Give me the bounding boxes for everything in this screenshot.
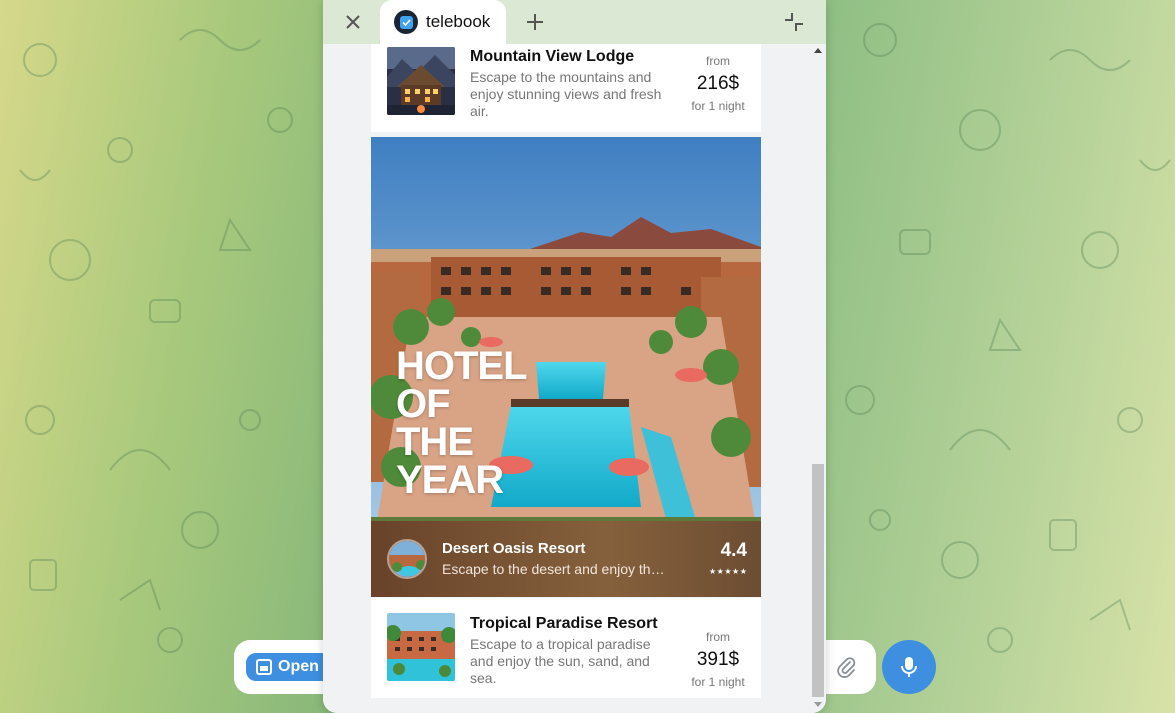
open-button-label: Open bbox=[278, 658, 319, 675]
featured-hotel-avatar bbox=[387, 539, 427, 579]
microphone-icon bbox=[901, 657, 917, 677]
featured-hotel-name: Desert Oasis Resort bbox=[442, 540, 586, 557]
hotel-of-the-year-banner: HOTEL OF THE YEAR bbox=[396, 344, 528, 502]
scrollbar-thumb[interactable] bbox=[812, 464, 824, 697]
collapse-icon bbox=[785, 13, 803, 31]
price-suffix: for 1 night bbox=[691, 99, 745, 113]
price-prefix: from bbox=[706, 630, 730, 644]
hotel-thumbnail bbox=[387, 613, 455, 681]
scrollbar[interactable] bbox=[810, 44, 826, 713]
close-button[interactable] bbox=[339, 8, 367, 36]
mini-app-window: telebook Mountain View Lodge Escape to t… bbox=[323, 0, 826, 713]
collapse-button[interactable] bbox=[780, 8, 808, 36]
voice-message-button[interactable] bbox=[882, 640, 936, 694]
hotel-thumbnail bbox=[387, 47, 455, 115]
hotel-card-tropical-paradise[interactable]: Tropical Paradise Resort Escape to a tro… bbox=[371, 598, 761, 698]
tab-label: telebook bbox=[426, 12, 491, 31]
window-titlebar: telebook bbox=[323, 0, 826, 44]
hotel-card-mountain-view[interactable]: Mountain View Lodge Escape to the mounta… bbox=[371, 44, 761, 132]
price-value: 391$ bbox=[696, 649, 740, 670]
price-suffix: for 1 night bbox=[691, 675, 745, 689]
telebook-logo-icon bbox=[394, 10, 418, 34]
featured-hotel-rating: 4.4 bbox=[720, 540, 747, 561]
scroll-down-arrow-icon[interactable] bbox=[814, 702, 822, 707]
hotel-name: Mountain View Lodge bbox=[470, 48, 635, 65]
price-block: from 391$ for 1 night bbox=[681, 630, 755, 689]
window-icon bbox=[256, 659, 272, 675]
featured-hotel-info: Desert Oasis Resort Escape to the desert… bbox=[371, 521, 761, 597]
price-block: from 216$ for 1 night bbox=[681, 54, 755, 113]
new-tab-button[interactable] bbox=[521, 8, 549, 36]
price-prefix: from bbox=[706, 54, 730, 68]
rating-stars: ★★★★★ bbox=[709, 567, 748, 576]
paperclip-icon[interactable] bbox=[834, 655, 858, 679]
scroll-up-arrow-icon[interactable] bbox=[814, 48, 822, 53]
close-icon bbox=[346, 15, 360, 29]
hotel-list: Mountain View Lodge Escape to the mounta… bbox=[323, 44, 826, 713]
hotel-description: Escape to a tropical paradise and enjoy … bbox=[470, 636, 651, 686]
tab-telebook[interactable]: telebook bbox=[380, 0, 506, 44]
featured-hotel-card[interactable]: HOTEL OF THE YEAR Desert Oasis Resort Es… bbox=[371, 137, 761, 597]
hotel-name: Tropical Paradise Resort bbox=[470, 615, 658, 632]
price-value: 216$ bbox=[696, 73, 740, 94]
hotel-description: Escape to the mountains and enjoy stunni… bbox=[470, 69, 662, 119]
plus-icon bbox=[527, 14, 543, 30]
featured-hotel-description: Escape to the desert and enjoy the… bbox=[442, 561, 670, 577]
